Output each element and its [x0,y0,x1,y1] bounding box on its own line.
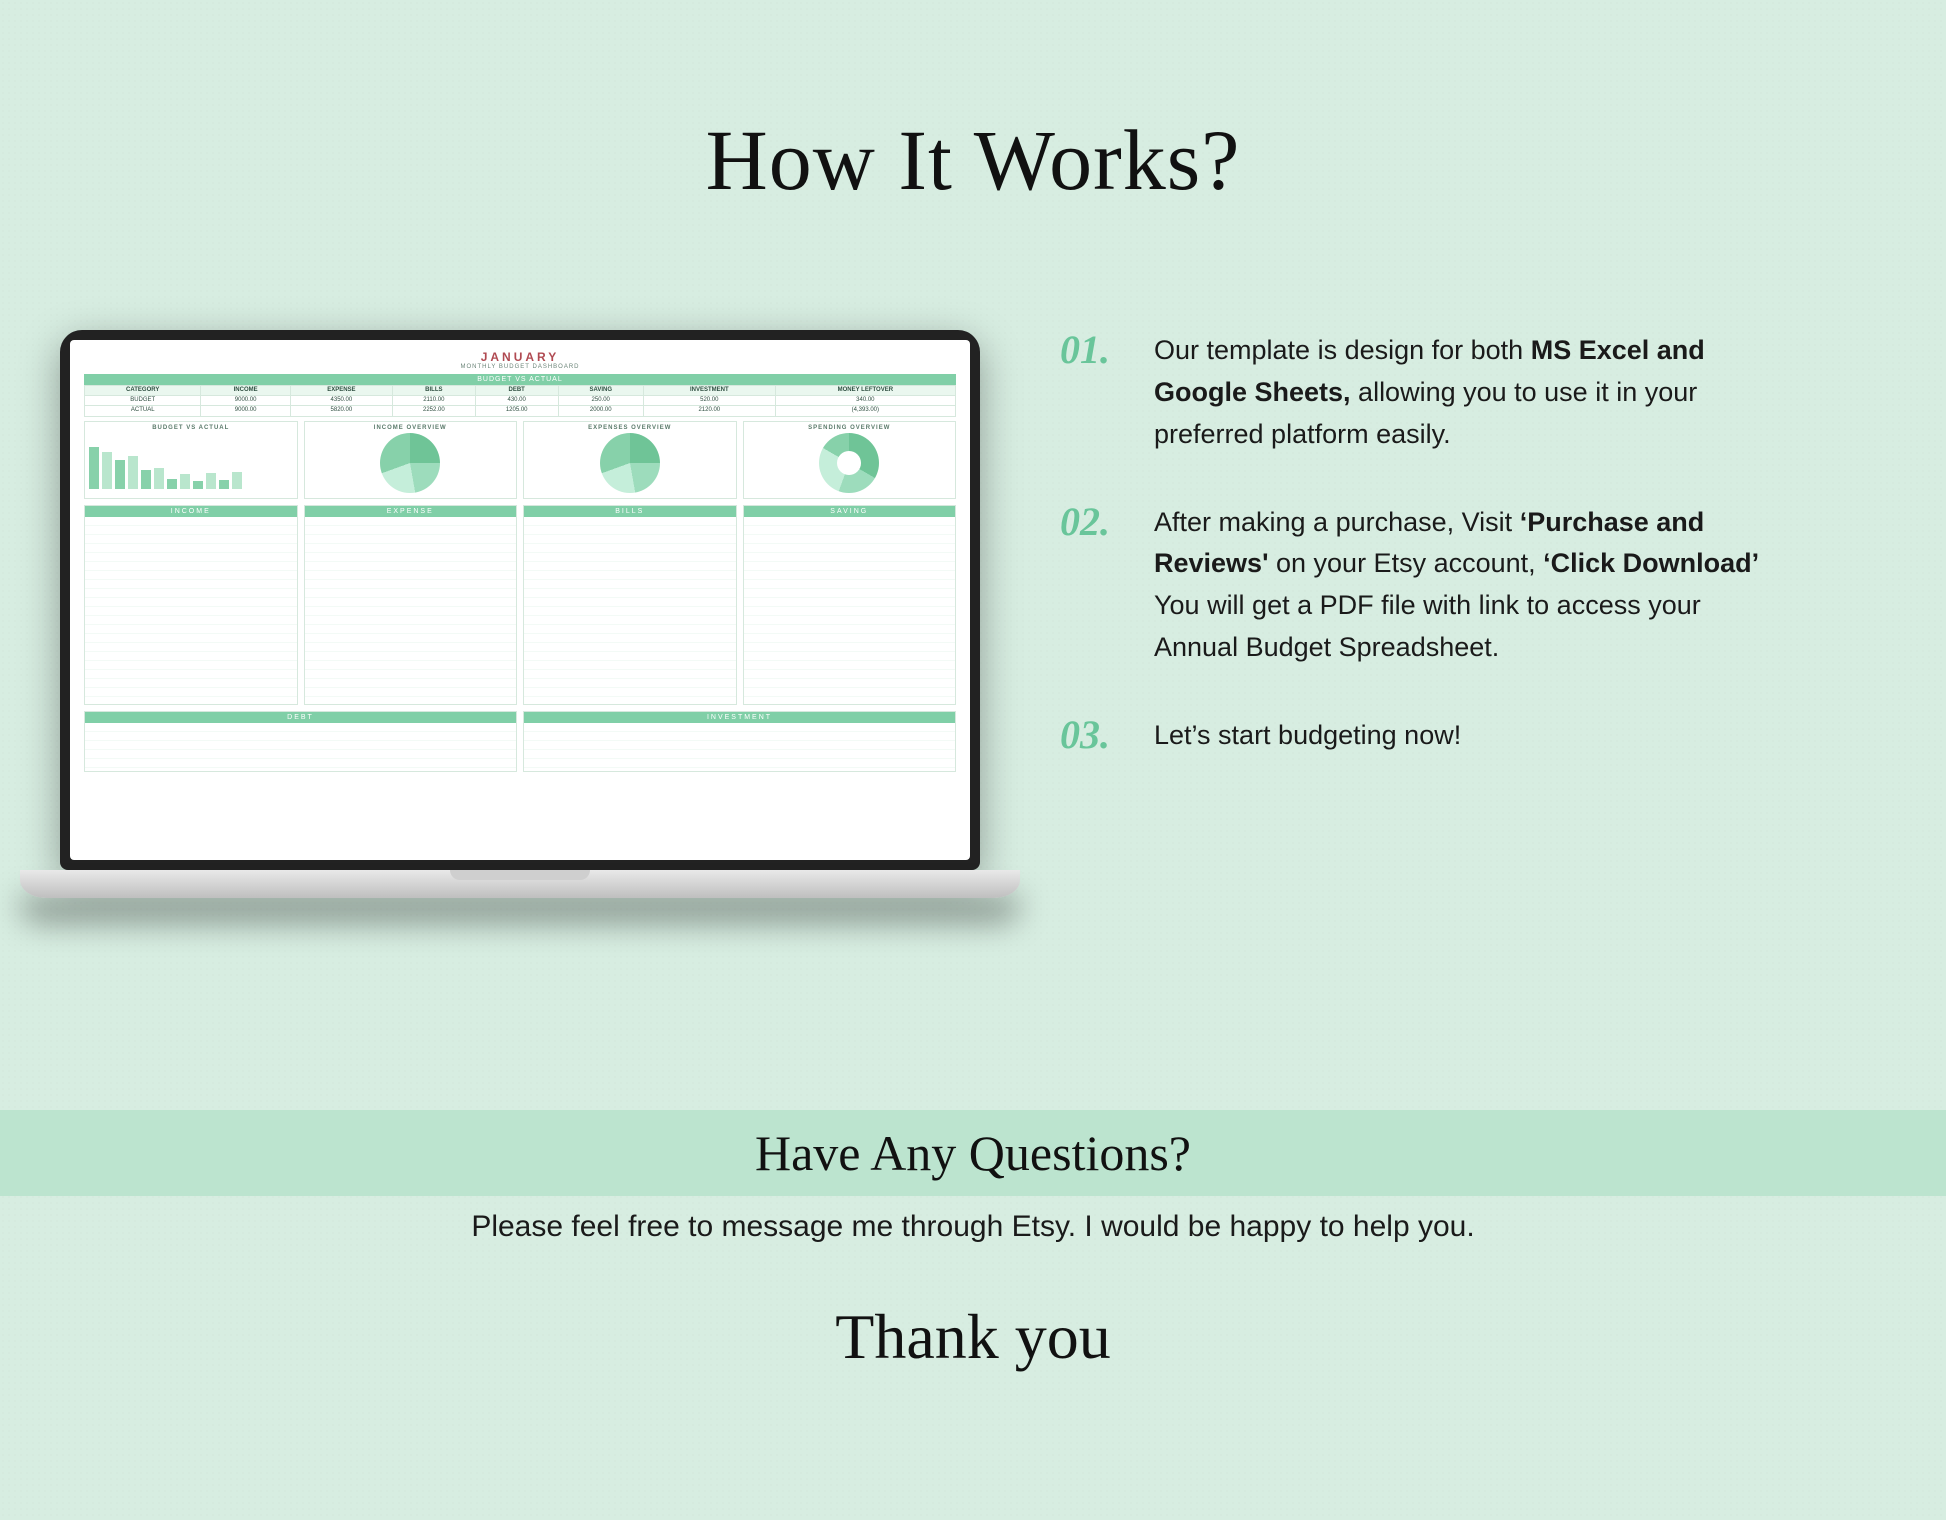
chart-spending: SPENDING OVERVIEW [743,421,957,499]
th: EXPENSE [290,386,392,396]
questions-heading: Have Any Questions? [0,1124,1946,1182]
td: 9000.00 [201,396,290,406]
text-bold: ‘Click Download’ [1543,548,1759,578]
panel-header: EXPENSE [305,506,517,517]
table-row: ACTUAL 9000.00 5820.00 2252.00 1205.00 2… [85,406,956,416]
bar-chart [89,433,293,493]
questions-bar: Have Any Questions? [0,1110,1946,1196]
step-body: Let’s start budgeting now! [1154,715,1461,757]
dashboard-title: JANUARY [84,350,956,364]
chart-title: SPENDING OVERVIEW [748,425,952,431]
charts-row: BUDGET VS ACTUAL INCOME OVERVIEW [84,421,956,499]
panel-expense: EXPENSE [304,505,518,705]
td: BUDGET [85,396,201,406]
td: 4350.00 [290,396,392,406]
thank-you: Thank you [0,1300,1946,1374]
th: MONEY LEFTOVER [775,386,955,396]
table-row: BUDGET 9000.00 4350.00 2110.00 430.00 25… [85,396,956,406]
text: Let’s start budgeting now! [1154,720,1461,750]
panel-header: SAVING [744,506,956,517]
text: After making a purchase, Visit [1154,507,1520,537]
panel-debt: DEBT [84,711,517,772]
chart-income: INCOME OVERVIEW [304,421,518,499]
th: BILLS [392,386,475,396]
step-number: 01. [1060,330,1132,456]
panel-header: INVESTMENT [524,712,955,723]
panel-income: INCOME [84,505,298,705]
pie-chart-icon [600,433,660,493]
step-body: Our template is design for both MS Excel… [1154,330,1774,456]
summary-table: CATEGORY INCOME EXPENSE BILLS DEBT SAVIN… [84,385,956,417]
grid [305,517,517,704]
th: INCOME [201,386,290,396]
td: 340.00 [775,396,955,406]
laptop-base [20,870,1020,898]
td: 520.00 [643,396,775,406]
grid [744,517,956,704]
grid [524,517,736,704]
grid [85,517,297,704]
chart-title: EXPENSES OVERVIEW [528,425,732,431]
th: DEBT [475,386,558,396]
td: 430.00 [475,396,558,406]
panel-saving: SAVING [743,505,957,705]
step-number: 02. [1060,502,1132,669]
chart-expenses: EXPENSES OVERVIEW [523,421,737,499]
td: 1205.00 [475,406,558,416]
grid [85,723,516,771]
laptop-mockup: JANUARY MONTHLY BUDGET DASHBOARD BUDGET … [60,330,980,898]
step-2: 02. After making a purchase, Visit ‘Purc… [1060,502,1836,669]
step-number: 03. [1060,715,1132,757]
text: Our template is design for both [1154,335,1531,365]
td: 9000.00 [201,406,290,416]
td: ACTUAL [85,406,201,416]
td: 2000.00 [558,406,643,416]
td: 2252.00 [392,406,475,416]
donut-chart-icon [819,433,879,493]
steps-list: 01. Our template is design for both MS E… [1060,330,1836,803]
text: You will get a PDF file with link to acc… [1154,590,1701,662]
section-header: BUDGET VS ACTUAL [84,374,956,385]
th: INVESTMENT [643,386,775,396]
td: (4,393.00) [775,406,955,416]
th: SAVING [558,386,643,396]
table-header-row: CATEGORY INCOME EXPENSE BILLS DEBT SAVIN… [85,386,956,396]
dashboard-subtitle: MONTHLY BUDGET DASHBOARD [84,364,956,370]
laptop-bezel: JANUARY MONTHLY BUDGET DASHBOARD BUDGET … [60,330,980,870]
th: CATEGORY [85,386,201,396]
panel-investment: INVESTMENT [523,711,956,772]
bottom-panels: DEBT INVESTMENT [84,711,956,772]
td: 2120.00 [643,406,775,416]
panel-header: DEBT [85,712,516,723]
panel-bills: BILLS [523,505,737,705]
chart-title: BUDGET VS ACTUAL [89,425,293,431]
main-stage: JANUARY MONTHLY BUDGET DASHBOARD BUDGET … [60,330,1836,898]
text: on your Etsy account, [1269,548,1544,578]
panel-header: INCOME [85,506,297,517]
grid [524,723,955,771]
pie-chart-icon [380,433,440,493]
td: 2110.00 [392,396,475,406]
chart-title: INCOME OVERVIEW [309,425,513,431]
td: 5820.00 [290,406,392,416]
step-body: After making a purchase, Visit ‘Purchase… [1154,502,1774,669]
footer-message: Please feel free to message me through E… [0,1210,1946,1244]
laptop-screen: JANUARY MONTHLY BUDGET DASHBOARD BUDGET … [70,340,970,860]
step-3: 03. Let’s start budgeting now! [1060,715,1836,757]
lower-panels: INCOME EXPENSE BILLS SAVING [84,505,956,705]
td: 250.00 [558,396,643,406]
chart-budget-vs-actual: BUDGET VS ACTUAL [84,421,298,499]
step-1: 01. Our template is design for both MS E… [1060,330,1836,456]
page-title: How It Works? [0,0,1946,210]
panel-header: BILLS [524,506,736,517]
